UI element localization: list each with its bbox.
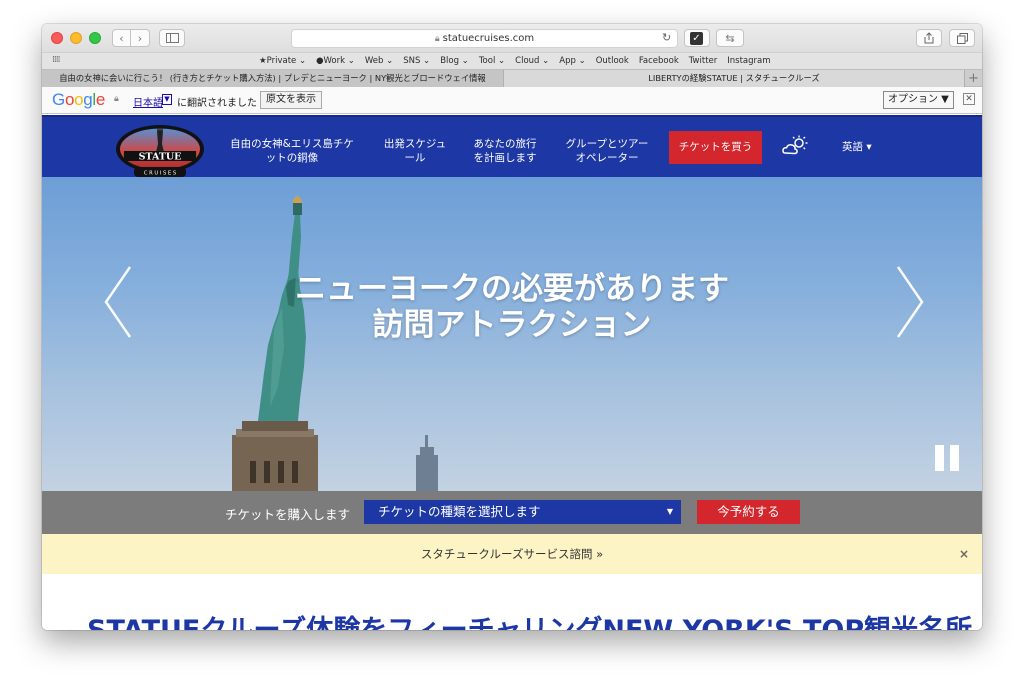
grid-icon[interactable]: ⁞⁞⁞⁞	[52, 55, 61, 65]
logo-sub: C R U I S E S	[144, 171, 176, 177]
pause-icon[interactable]	[935, 445, 961, 471]
bookmark-item[interactable]: ●Work ⌄	[316, 56, 355, 66]
nav-link-statue-tickets[interactable]: 自由の女神&エリス島チケ ットの銅像	[229, 137, 355, 165]
sidebar-icon	[165, 33, 179, 43]
nav-link-line: を計画します	[473, 152, 537, 164]
translate-message: に翻訳されました	[177, 98, 257, 109]
buy-tickets-button[interactable]: チケットを買う	[669, 131, 762, 164]
sidebar-toggle-button[interactable]	[159, 29, 185, 47]
hero-headline-line2: 訪問アトラクション	[372, 307, 652, 343]
bookmark-item[interactable]: Cloud ⌄	[515, 56, 549, 66]
address-bar[interactable]: 🔒︎ statuecruises.com	[291, 29, 678, 48]
nav-link-line: 自由の女神&エリス島チケ	[230, 138, 354, 150]
nav-link-line: グループとツアー	[565, 138, 649, 150]
browser-window: ‹ › 🔒︎ statuecruises.com ↻ ✓ ⇆ ⁞⁞⁞⁞ ★Pri…	[42, 24, 982, 630]
bookmark-item[interactable]: Twitter	[689, 56, 718, 66]
zoom-window-button[interactable]	[89, 32, 101, 44]
service-advisory-link[interactable]: スタチュークルーズサービス諮問 »	[421, 547, 603, 561]
close-icon[interactable]: ×	[959, 534, 969, 574]
show-original-button[interactable]: 原文を表示	[260, 91, 322, 109]
nav-link-plan-trip[interactable]: あなたの旅行 を計画します	[465, 137, 545, 165]
bookmark-item[interactable]: ★Private ⌄	[259, 56, 306, 66]
bookmark-item[interactable]: SNS ⌄	[403, 56, 430, 66]
browser-toolbar: ‹ › 🔒︎ statuecruises.com ↻ ✓ ⇆	[42, 24, 982, 52]
previous-slide-arrow[interactable]	[102, 265, 134, 339]
new-tab-button[interactable]: +	[964, 70, 982, 87]
site-navigation: STATUE C R U I S E S 自由の女神&エリス島チケ ットの銅像 …	[42, 115, 982, 177]
nav-link-line: 出発スケジュ	[383, 138, 447, 150]
checkmark-icon: ✓	[690, 32, 703, 45]
hero-headline: ニューヨークの必要があります 訪問アトラクション	[42, 271, 982, 343]
minimize-window-button[interactable]	[70, 32, 82, 44]
main-content: STATUEクルーズ体験をフィーチャリングNEW YORK'S TOP観光名所	[42, 574, 982, 630]
nav-link-departure-schedule[interactable]: 出発スケジュ ール	[377, 137, 453, 165]
bookmark-item[interactable]: Blog ⌄	[440, 56, 469, 66]
dropdown-icon[interactable]: ▼	[162, 94, 172, 105]
forward-button[interactable]: ›	[131, 29, 150, 47]
ticket-booking-bar: チケットを購入します チケットの種類を選択します ▼ 今予約する	[42, 491, 982, 534]
share-button[interactable]	[916, 29, 942, 47]
close-window-button[interactable]	[51, 32, 63, 44]
bookmark-item[interactable]: Web ⌄	[365, 56, 393, 66]
bookmark-item[interactable]: Tool ⌄	[479, 56, 505, 66]
nav-link-group-tours[interactable]: グループとツアー オペレーター	[558, 137, 656, 165]
bookmark-item[interactable]: Instagram	[727, 56, 770, 66]
chevron-left-icon: ‹	[119, 31, 124, 45]
history-nav: ‹ ›	[112, 29, 150, 47]
translate-language-link[interactable]: 日本語	[133, 94, 163, 109]
logo-text: STATUE	[139, 152, 182, 163]
extension-button[interactable]: ⇆	[716, 29, 744, 47]
show-tabs-button[interactable]	[949, 29, 975, 47]
hero-headline-line1: ニューヨークの必要があります	[295, 271, 729, 307]
statue-cruises-logo[interactable]: STATUE C R U I S E S	[114, 122, 206, 184]
google-translate-bar: Google 🔒︎ 日本語 ▼ に翻訳されました 原文を表示 オプション ▼ ✕	[42, 87, 982, 114]
service-advisory-banner: スタチュークルーズサービス諮問 » ×	[42, 534, 982, 574]
caret-down-icon: ▼	[666, 507, 673, 516]
bookmark-item[interactable]: Facebook	[639, 56, 679, 66]
back-button[interactable]: ‹	[112, 29, 131, 47]
tab-nyc-blog[interactable]: 自由の女神に会いに行こう！ (行き方とチケット購入方法) | プレデとニューヨー…	[42, 70, 504, 87]
language-selector[interactable]: 英語 ▾	[842, 139, 872, 154]
nav-link-line: ール	[404, 152, 426, 164]
chevron-right-icon: ›	[137, 31, 143, 45]
reserve-now-button[interactable]: 今予約する	[697, 500, 800, 524]
extension-checkbox-button[interactable]: ✓	[684, 29, 710, 47]
bookmarks-bar: ⁞⁞⁞⁞ ★Private ⌄ ●Work ⌄ Web ⌄ SNS ⌄ Blog ⌄ To…	[42, 52, 982, 69]
nav-link-line: オペレーター	[575, 152, 639, 164]
weather-icon[interactable]	[782, 135, 808, 157]
extension-icon: ⇆	[725, 31, 735, 45]
bookmark-item[interactable]: Outlook	[596, 56, 629, 66]
ticket-type-value: チケットの種類を選択します	[378, 504, 541, 519]
address-url: statuecruises.com	[442, 33, 535, 44]
lock-icon: 🔒︎	[114, 94, 119, 104]
buy-tickets-label: チケットを購入します	[225, 507, 351, 522]
bookmark-list: ★Private ⌄ ●Work ⌄ Web ⌄ SNS ⌄ Blog ⌄ Tool ⌄ C…	[259, 56, 771, 66]
translate-options-button[interactable]: オプション ▼	[883, 91, 954, 109]
reload-icon[interactable]: ↻	[662, 31, 671, 44]
nav-link-line: ットの銅像	[265, 152, 319, 164]
window-controls	[51, 32, 101, 44]
feature-heading: STATUEクルーズ体験をフィーチャリングNEW YORK'S TOP観光名所	[87, 608, 972, 630]
lock-icon: 🔒︎	[434, 33, 440, 44]
tab-bar: 自由の女神に会いに行こう！ (行き方とチケット購入方法) | プレデとニューヨー…	[42, 69, 982, 87]
share-icon	[924, 32, 934, 44]
nav-link-line: あなたの旅行	[473, 138, 537, 150]
ticket-type-select[interactable]: チケットの種類を選択します ▼	[364, 500, 681, 524]
bookmark-item[interactable]: App ⌄	[559, 56, 585, 66]
next-slide-arrow[interactable]	[894, 265, 926, 339]
tabs-overview-icon	[956, 32, 968, 44]
google-logo: Google	[52, 90, 106, 109]
hero-carousel: ニューヨークの必要があります 訪問アトラクション	[42, 177, 982, 491]
tab-statue-cruises[interactable]: LIBERTYの経験STATUE | スタチュークルーズ	[504, 70, 964, 87]
close-icon[interactable]: ✕	[963, 93, 975, 105]
